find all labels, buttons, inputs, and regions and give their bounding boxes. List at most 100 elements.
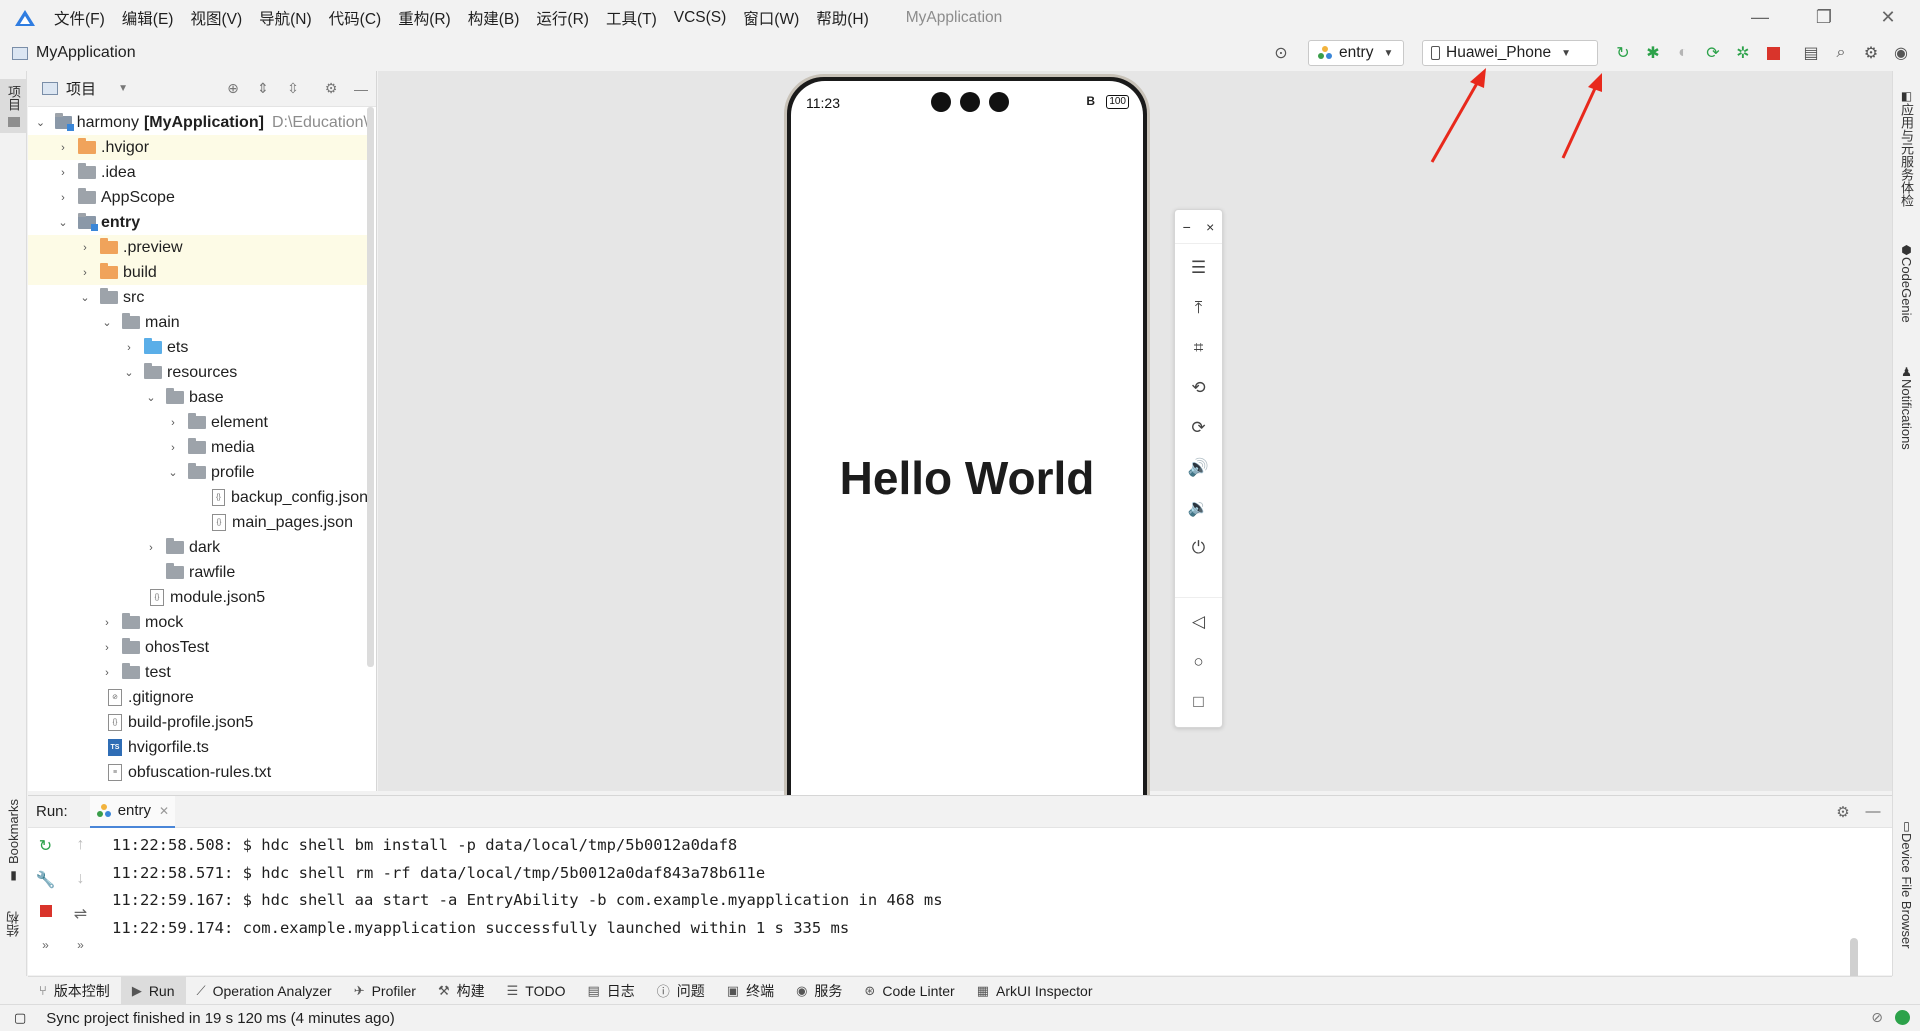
volume-up-icon[interactable]: 🔊 [1175,448,1222,488]
chevron-right-icon[interactable]: › [56,142,70,154]
tree-item[interactable]: › AppScope [28,185,368,210]
stop-icon[interactable] [39,904,52,938]
menu-view[interactable]: 视图(V) [190,7,242,29]
volume-down-icon[interactable]: 🔉 [1175,488,1222,528]
home-icon[interactable]: ○ [1175,642,1222,682]
more-icon[interactable]: » [42,938,49,972]
chevron-right-icon[interactable]: › [122,342,136,354]
phone-screen[interactable]: 11:23 B 100 Hello World [791,81,1143,857]
chevron-right-icon[interactable]: › [78,267,92,279]
tree-item[interactable]: ⌄ main [28,310,368,335]
chevron-down-icon[interactable]: ⌄ [100,316,114,329]
search-icon[interactable]: ⌕ [1826,38,1856,68]
attach-debugger-icon[interactable]: ✲ [1728,38,1758,68]
tab-code-linter[interactable]: ⊛ Code Linter [853,977,965,1005]
project-view-select[interactable]: 项目 [66,78,96,99]
chevron-right-icon[interactable]: › [166,417,180,429]
tool-tab-structure[interactable]: 结构 [0,911,27,937]
rerun-icon[interactable]: ↻ [39,836,52,870]
tree-item[interactable]: › build [28,260,368,285]
scroll-down-icon[interactable]: ↓ [77,870,85,904]
tab-log[interactable]: ▤ 日志 [576,977,645,1005]
tree-item[interactable]: ⌄ profile [28,460,368,485]
hide-panel-icon[interactable]: — [346,81,376,97]
chevron-right-icon[interactable]: › [100,617,114,629]
account-icon[interactable]: ◉ [1886,38,1916,68]
tree-item[interactable]: ⌄ resources [28,360,368,385]
tool-tab-bookmarks[interactable]: Bookmarks ▮ [0,799,27,882]
menu-file[interactable]: 文件(F) [54,7,105,29]
tab-version-control[interactable]: ⑂ 版本控制 [28,977,121,1005]
expand-all-icon[interactable]: ⇕ [248,80,278,97]
close-tab-icon[interactable]: ✕ [159,804,169,818]
debug-icon[interactable]: ✱ [1638,38,1668,68]
device-manager-icon[interactable]: ▤ [1796,38,1826,68]
status-ok-indicator[interactable] [1895,1010,1910,1025]
tool-tab-notifications[interactable]: ♟ Notifications [1893,365,1920,450]
rerun-icon[interactable]: ↻ [1608,38,1638,68]
close-window-button[interactable]: ✕ [1856,0,1920,35]
tree-item[interactable]: › .idea [28,160,368,185]
tree-item[interactable]: rawfile [28,560,368,585]
module-select[interactable]: entry ▼ [1308,40,1404,66]
tree-item[interactable]: › .preview [28,235,368,260]
tool-tab-app-service[interactable]: ◧ 应用与元服务体检 [1893,89,1920,207]
tree-item[interactable]: › element [28,410,368,435]
minimize-emulator-button[interactable]: − [1183,219,1191,235]
more-icon[interactable]: » [77,938,84,972]
tab-build[interactable]: ⚒ 构建 [427,977,496,1005]
tree-item[interactable]: {} backup_config.json [28,485,368,510]
hide-panel-icon[interactable]: — [1858,803,1888,820]
back-icon[interactable]: ◁ [1175,602,1222,642]
power-icon[interactable]: ⏻ [1175,528,1222,568]
status-toggle-icon[interactable]: ▢ [14,1010,26,1026]
chevron-down-icon[interactable]: ⌄ [144,391,158,404]
recents-icon[interactable]: □ [1175,682,1222,722]
menu-run[interactable]: 运行(R) [536,7,589,29]
tab-todo[interactable]: ☰ TODO [496,977,577,1005]
menu-help[interactable]: 帮助(H) [816,7,869,29]
stop-icon[interactable] [1758,38,1788,68]
menu-tools[interactable]: 工具(T) [606,7,657,29]
tree-item[interactable]: › ets [28,335,368,360]
gear-icon[interactable]: ⚙ [316,80,346,97]
chevron-right-icon[interactable]: › [144,542,158,554]
tab-profiler[interactable]: ✈ Profiler [343,977,427,1005]
run-console[interactable]: 11:22:58.508: $ hdc shell bm install -p … [112,828,1864,1000]
gear-icon[interactable]: ⚙ [1828,803,1858,821]
chevron-right-icon[interactable]: › [100,642,114,654]
tab-arkui-inspector[interactable]: ▦ ArkUI Inspector [966,977,1104,1005]
apply-changes-icon[interactable]: ⟳ [1698,38,1728,68]
restore-window-button[interactable]: ❐ [1792,0,1856,35]
menu-vcs[interactable]: VCS(S) [674,9,727,27]
wrench-icon[interactable]: 🔧 [36,870,56,904]
chevron-down-icon[interactable]: ⌄ [122,366,136,379]
chevron-down-icon[interactable]: ⌄ [34,116,47,129]
menu-window[interactable]: 窗口(W) [743,7,799,29]
close-emulator-button[interactable]: × [1206,219,1214,235]
rotate-alt-icon[interactable]: ⟳ [1175,408,1222,448]
menu-code[interactable]: 代码(C) [329,7,382,29]
minimize-window-button[interactable]: — [1728,0,1792,35]
chevron-right-icon[interactable]: › [100,667,114,679]
tree-root[interactable]: ⌄ harmony [MyApplication] D:\Education\ [28,110,368,135]
tool-tab-device-file-browser[interactable]: ▯ Device File Browser [1893,819,1920,949]
tab-services[interactable]: ◉ 服务 [785,977,853,1005]
menu-refactor[interactable]: 重构(R) [398,7,451,29]
tree-item[interactable]: {} module.json5 [28,585,368,610]
gear-icon[interactable]: ⚙ [1856,38,1886,68]
tree-item[interactable]: › .hvigor [28,135,368,160]
tree-item[interactable]: TS hvigorfile.ts [28,735,368,760]
tree-item[interactable]: › media [28,435,368,460]
no-inspections-icon[interactable]: ⊘ [1871,1009,1883,1026]
project-breadcrumb[interactable]: MyApplication [12,44,136,62]
chevron-down-icon[interactable]: ▼ [108,83,138,94]
screenshot-crop-icon[interactable]: ⌗ [1175,328,1222,368]
tab-problems[interactable]: ⓘ 问题 [646,977,716,1005]
tab-operation-analyzer[interactable]: ⟋ Operation Analyzer [186,977,343,1005]
locate-file-icon[interactable]: ⊕ [218,80,248,97]
tree-item[interactable]: › test [28,660,368,685]
tree-item[interactable]: {} main_pages.json [28,510,368,535]
tool-tab-codegenie[interactable]: ⬢ CodeGenie [1893,243,1920,323]
tree-item[interactable]: ⌄ base [28,385,368,410]
